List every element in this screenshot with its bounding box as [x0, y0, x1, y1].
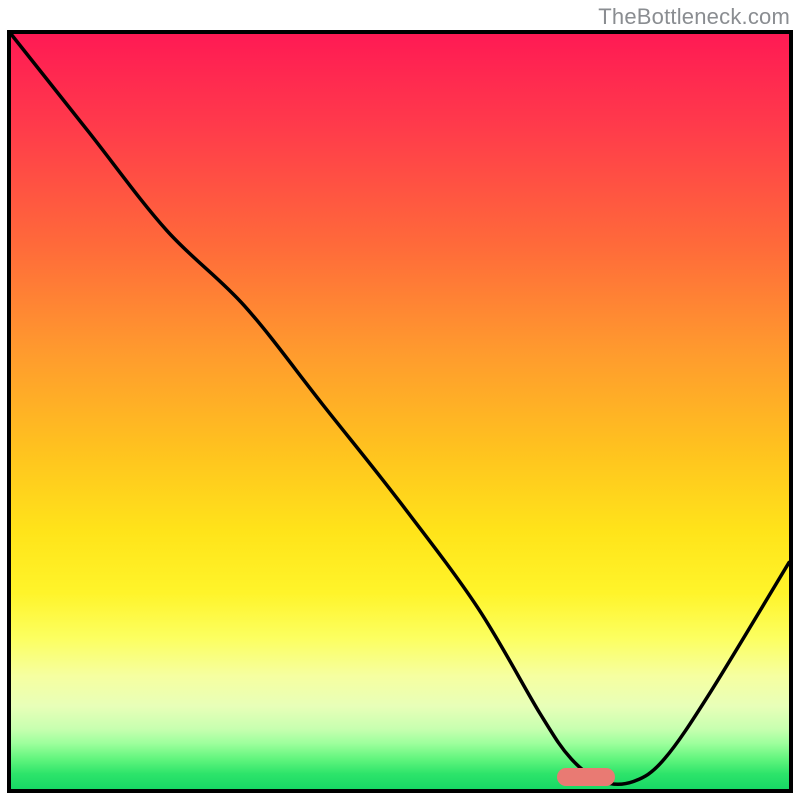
- watermark-text: TheBottleneck.com: [598, 4, 790, 30]
- optimal-range-marker: [557, 768, 615, 786]
- curve-path: [11, 34, 789, 784]
- chart-frame: [7, 30, 793, 793]
- bottleneck-curve: [11, 34, 789, 789]
